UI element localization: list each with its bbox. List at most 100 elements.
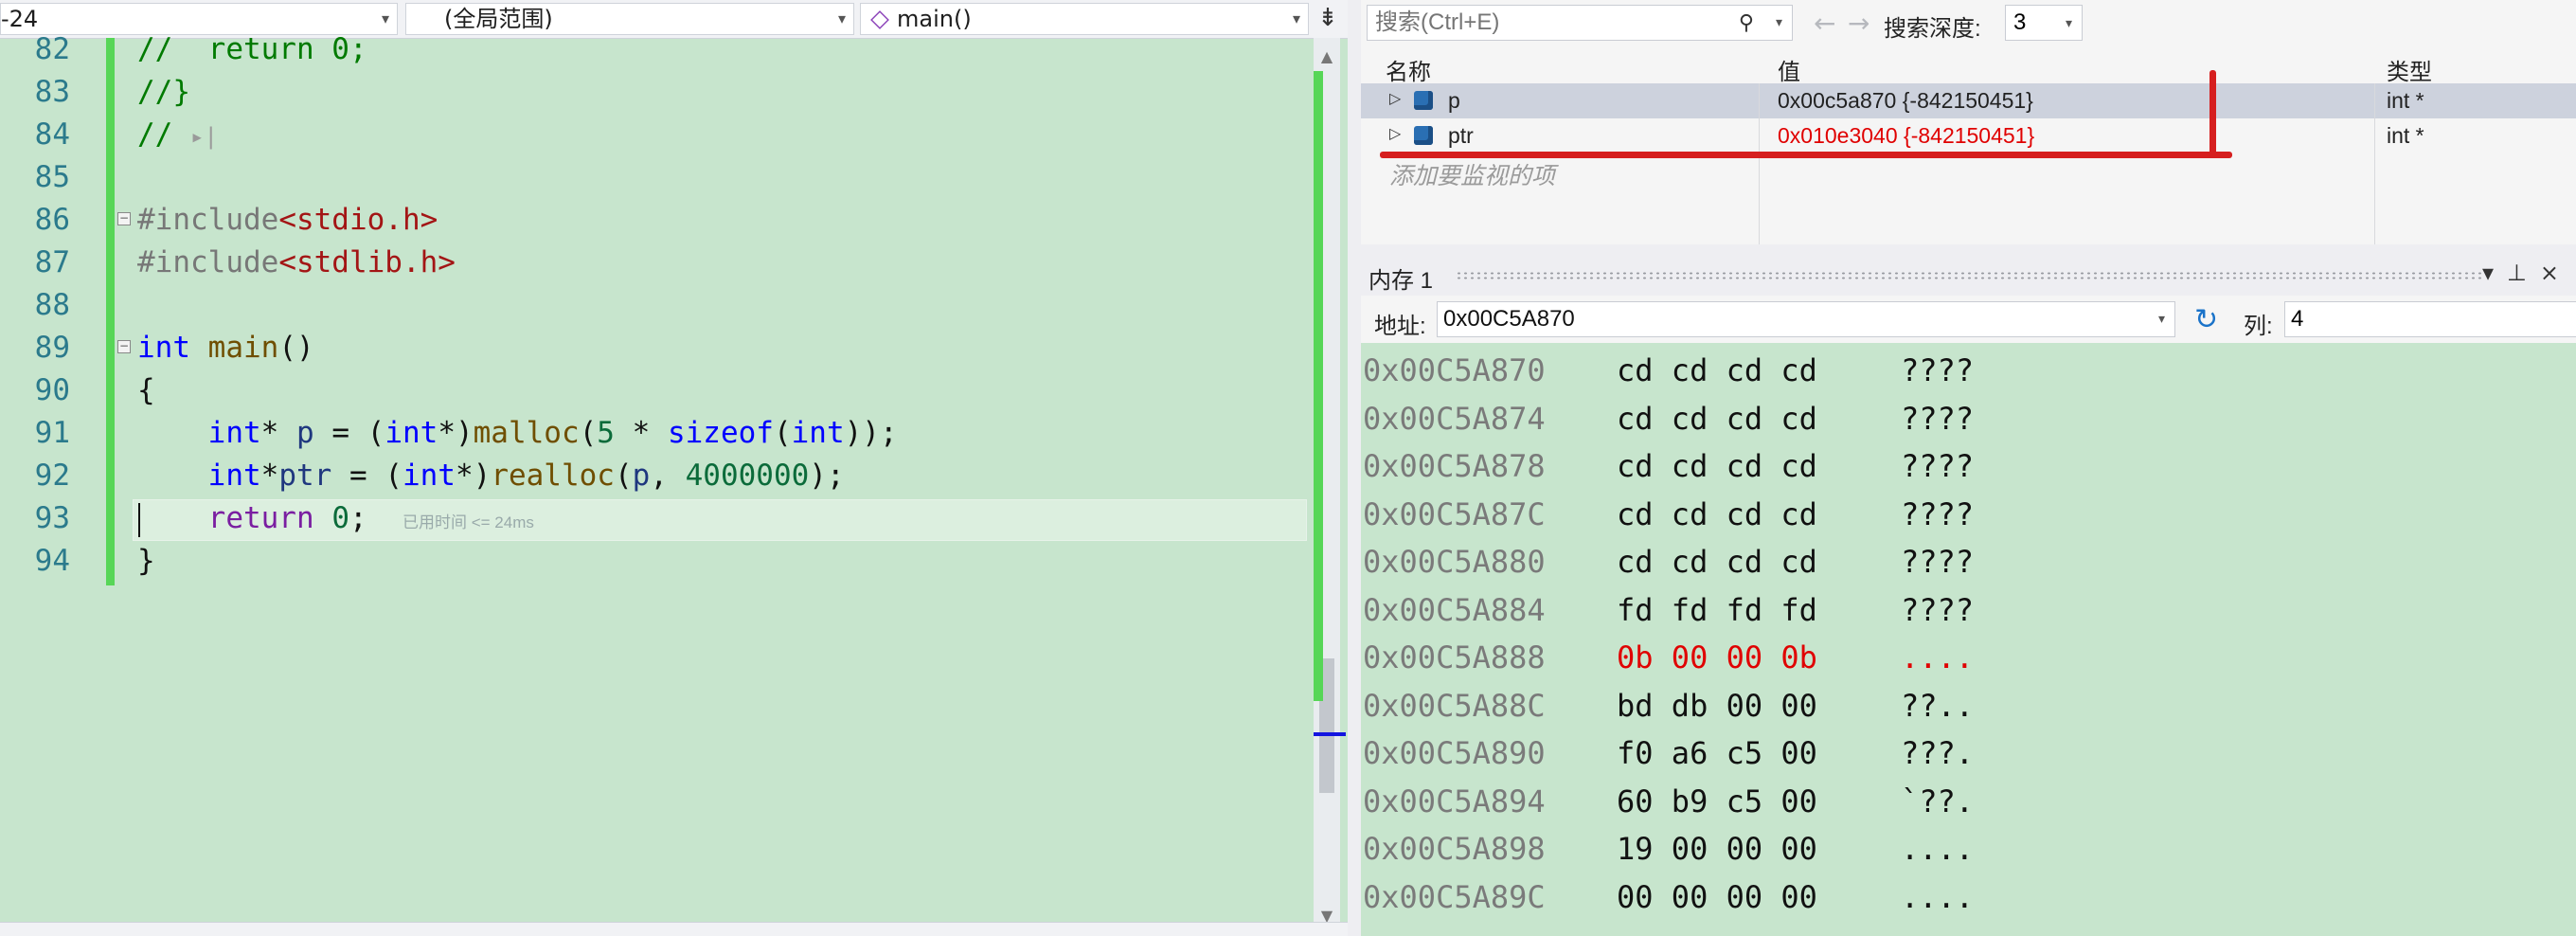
code-line[interactable]: 84 // ▸| xyxy=(0,114,1307,156)
code-text: return 0; 已用时间 <= 24ms xyxy=(207,501,534,535)
watch-row[interactable]: ▷ p 0x00c5a870 {-842150451} int * xyxy=(1361,83,2576,118)
column-header-value[interactable]: 值 xyxy=(1778,53,1800,86)
column-divider[interactable] xyxy=(2374,83,2375,244)
scroll-up-icon[interactable]: ▲ xyxy=(1314,47,1340,65)
memory-ascii: ???? xyxy=(1901,495,1975,532)
memory-row[interactable]: 0x00C5A874 cd cd cd cd???? xyxy=(1361,395,2576,443)
address-field[interactable]: ▾ xyxy=(1437,301,2175,337)
code-text: // ▸| xyxy=(137,114,218,158)
expand-arrow-icon[interactable]: ▷ xyxy=(1389,89,1401,108)
memory-row[interactable]: 0x00C5A894 60 b9 c5 00 `??. xyxy=(1361,778,2576,826)
code-line[interactable]: 91 int* p = (int*)malloc(5 * sizeof(int)… xyxy=(0,412,1307,455)
code-line[interactable]: 93 return 0; 已用时间 <= 24ms xyxy=(0,497,1307,540)
code-line[interactable]: 90 { xyxy=(0,369,1307,412)
search-back-icon[interactable]: ← xyxy=(1814,8,1835,39)
fold-collapse-icon[interactable]: − xyxy=(117,340,131,353)
memory-bytes[interactable]: f0 a6 c5 00 xyxy=(1617,729,1817,777)
watch-search-box[interactable]: ⚲ ▾ xyxy=(1367,5,1793,41)
address-input[interactable] xyxy=(1438,302,2108,336)
memory-bytes[interactable]: cd cd cd cd xyxy=(1617,442,1817,490)
debug-panes: ⚲ ▾ ← → 搜索深度: 3 ▾ 名称 值 类型 ▷ p 0x00c5a870… xyxy=(1348,0,2576,936)
memory-grid[interactable]: 0x00C5A870 cd cd cd cd???? 0x00C5A874 cd c… xyxy=(1361,347,2576,921)
watch-row[interactable]: ▷ ptr 0x010e3040 {-842150451} int * xyxy=(1361,118,2576,153)
code-line[interactable]: 87 #include<stdlib.h> xyxy=(0,242,1307,284)
search-depth-label: 搜索深度: xyxy=(1884,16,1981,42)
watch-table-header: 名称 值 类型 xyxy=(1361,49,2576,86)
fold-collapse-icon[interactable]: − xyxy=(117,212,131,225)
close-icon[interactable]: × xyxy=(2540,260,2572,286)
memory-row[interactable]: 0x00C5A888 0b 00 00 0b.... xyxy=(1361,634,2576,682)
memory-row[interactable]: 0x00C5A890 f0 a6 c5 00???. xyxy=(1361,729,2576,778)
memory-address: 0x00C5A888 xyxy=(1363,639,1546,675)
columns-select[interactable]: 4 xyxy=(2284,301,2576,337)
watch-table: 名称 值 类型 ▷ p 0x00c5a870 {-842150451} int … xyxy=(1361,49,2576,153)
code-line[interactable]: 85 xyxy=(0,156,1307,199)
memory-bytes[interactable]: cd cd cd cd xyxy=(1617,347,1817,394)
memory-row[interactable]: 0x00C5A89C 00 00 00 00.... xyxy=(1361,873,2576,922)
chevron-down-icon[interactable]: ▾ xyxy=(2158,312,2165,327)
search-depth-select[interactable]: 3 ▾ xyxy=(2005,5,2083,41)
watch-window: ⚲ ▾ ← → 搜索深度: 3 ▾ 名称 值 类型 ▷ p 0x00c5a870… xyxy=(1361,0,2576,244)
column-header-type[interactable]: 类型 xyxy=(2387,53,2432,86)
memory-row[interactable]: 0x00C5A87C cd cd cd cd???? xyxy=(1361,491,2576,539)
memory-address: 0x00C5A870 xyxy=(1363,352,1546,388)
memory-row[interactable]: 0x00C5A878 cd cd cd cd???? xyxy=(1361,442,2576,491)
memory-bytes[interactable]: cd cd cd cd xyxy=(1617,491,1817,538)
memory-row[interactable]: 0x00C5A88C bd db 00 00??.. xyxy=(1361,682,2576,730)
memory-title-bar[interactable]: 内存 1 ▾⊥× xyxy=(1361,254,2576,296)
watch-search-input[interactable] xyxy=(1368,6,1718,40)
search-forward-icon[interactable]: → xyxy=(1848,8,1869,39)
memory-bytes[interactable]: fd fd fd fd xyxy=(1617,586,1817,634)
add-watch-item[interactable]: 添加要监视的项 xyxy=(1389,157,1555,191)
column-header-name[interactable]: 名称 xyxy=(1386,53,1431,86)
code-editor[interactable]: -24 ▾ (全局范围) ▾ main() ▾ ⇟ 82 // return 0… xyxy=(0,0,1348,936)
watch-name: ptr xyxy=(1448,123,1474,148)
line-number: 94 xyxy=(34,544,70,578)
memory-ascii: ???? xyxy=(1901,544,1975,580)
expand-arrow-icon[interactable]: ▷ xyxy=(1389,124,1401,143)
line-number: 87 xyxy=(34,245,70,279)
memory-ascii: ???. xyxy=(1901,735,1975,771)
memory-bytes[interactable]: 19 00 00 00 xyxy=(1617,825,1817,873)
code-line[interactable]: 82 // return 0; xyxy=(0,28,1307,71)
refresh-icon[interactable]: ↻ xyxy=(2194,303,2218,336)
memory-row[interactable]: 0x00C5A898 19 00 00 00.... xyxy=(1361,825,2576,873)
editor-status-bar xyxy=(0,922,1348,936)
elapsed-time-hint: 已用时间 <= 24ms xyxy=(402,513,534,531)
code-line[interactable]: 88 xyxy=(0,284,1307,327)
memory-ascii: .... xyxy=(1901,878,1975,915)
memory-row[interactable]: 0x00C5A880 cd cd cd cd???? xyxy=(1361,538,2576,586)
collapsed-region-icon[interactable]: ▸| xyxy=(190,123,218,150)
memory-ascii: ???? xyxy=(1901,448,1975,484)
memory-bytes[interactable]: 00 00 00 00 xyxy=(1617,873,1817,921)
window-buttons[interactable]: ▾⊥× xyxy=(2482,260,2572,286)
code-text: //} xyxy=(137,75,190,109)
memory-bytes[interactable]: bd db 00 00 xyxy=(1617,682,1817,729)
code-line[interactable]: 92 int*ptr = (int*)realloc(p, 4000000); xyxy=(0,455,1307,497)
watch-name: p xyxy=(1448,88,1460,113)
memory-bytes[interactable]: cd cd cd cd xyxy=(1617,538,1817,585)
memory-address: 0x00C5A890 xyxy=(1363,735,1546,771)
pin-icon[interactable]: ⊥ xyxy=(2507,260,2540,286)
line-number: 83 xyxy=(34,75,70,109)
memory-row[interactable]: 0x00C5A870 cd cd cd cd???? xyxy=(1361,347,2576,395)
split-editor-icon[interactable]: ⇟ xyxy=(1312,3,1344,35)
search-icon[interactable]: ⚲ xyxy=(1739,11,1754,35)
memory-bytes[interactable]: 0b 00 00 0b xyxy=(1617,634,1817,681)
memory-row[interactable]: 0x00C5A884 fd fd fd fd???? xyxy=(1361,586,2576,635)
code-line[interactable]: 89 − int main() xyxy=(0,327,1307,369)
chevron-down-icon[interactable]: ▾ xyxy=(1776,15,1782,30)
code-line[interactable]: 83 //} xyxy=(0,71,1307,114)
line-number: 90 xyxy=(34,373,70,407)
code-text: // return 0; xyxy=(137,32,367,66)
column-divider[interactable] xyxy=(1759,83,1760,244)
dropdown-icon[interactable]: ▾ xyxy=(2482,260,2507,286)
code-line[interactable]: 86 − #include<stdio.h> xyxy=(0,199,1307,242)
line-number: 93 xyxy=(34,501,70,535)
watch-value: 0x00c5a870 {-842150451} xyxy=(1778,88,2033,113)
memory-bytes[interactable]: 60 b9 c5 00 xyxy=(1617,778,1817,825)
code-line[interactable]: 94 } xyxy=(0,540,1307,583)
drag-grip[interactable] xyxy=(1456,271,2481,280)
memory-bytes[interactable]: cd cd cd cd xyxy=(1617,395,1817,442)
chevron-down-icon: ▾ xyxy=(2065,15,2072,30)
